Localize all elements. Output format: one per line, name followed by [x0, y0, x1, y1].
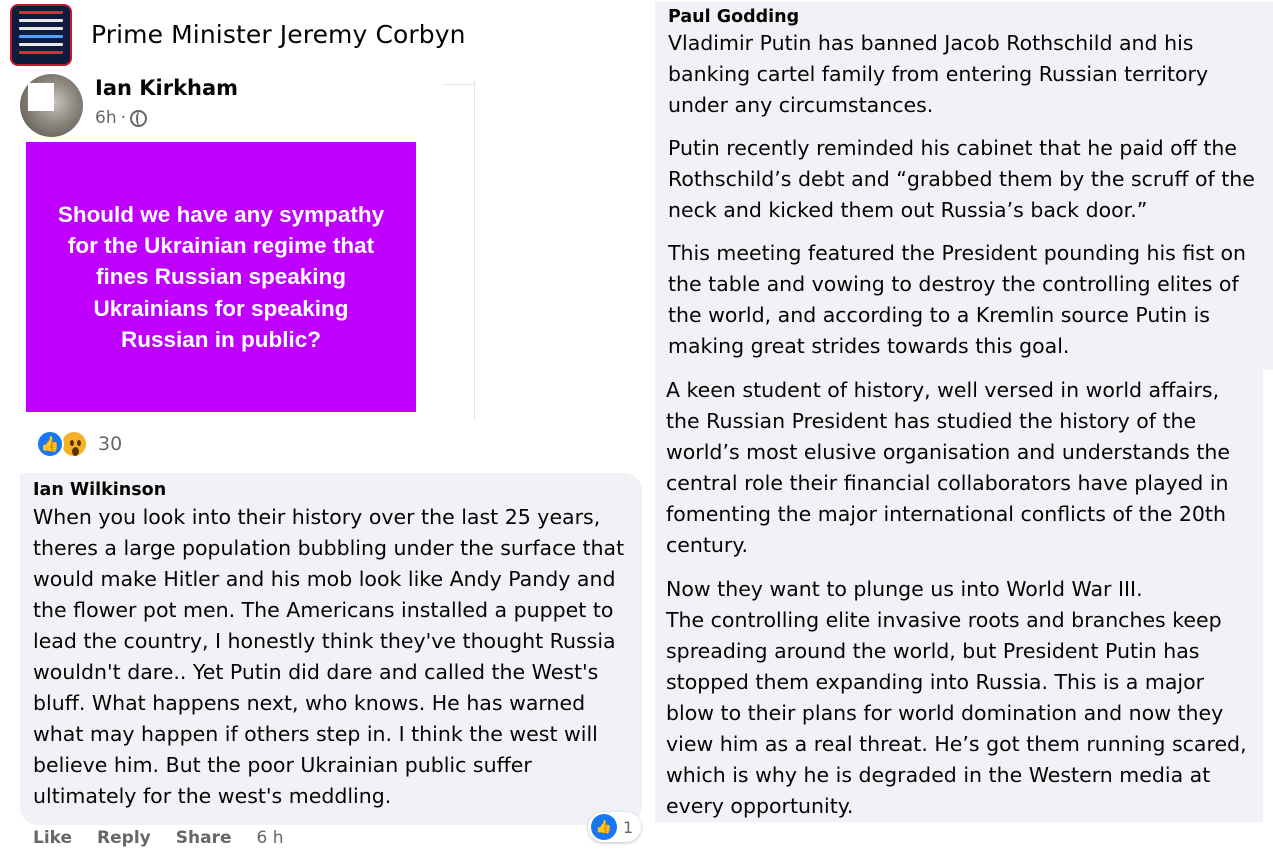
like-button[interactable]: Like — [33, 828, 72, 848]
divider — [474, 80, 475, 420]
like-icon: 👍 — [36, 430, 64, 458]
comment-actions: Like Reply Share 6 h — [33, 828, 283, 848]
meta-separator: · — [120, 108, 126, 128]
share-button[interactable]: Share — [176, 828, 232, 848]
post-image-text: Should we have any sympathy for the Ukra… — [57, 201, 385, 352]
post-meta: 6h · — [95, 108, 147, 128]
post-image[interactable]: Should we have any sympathy for the Ukra… — [26, 142, 416, 412]
comment-paragraph: The controlling elite invasive roots and… — [666, 608, 1247, 818]
author-avatar[interactable] — [20, 74, 83, 137]
comment-body: A keen student of history, well versed i… — [666, 375, 1253, 822]
post-author-name[interactable]: Ian Kirkham — [95, 76, 238, 100]
group-name[interactable]: Prime Minister Jeremy Corbyn — [91, 20, 466, 49]
comment-author[interactable]: Paul Godding — [668, 7, 1263, 27]
comment-bubble: Paul Godding Vladimir Putin has banned J… — [655, 2, 1273, 370]
divider — [442, 84, 476, 85]
comment-paragraph: Now they want to plunge us into World Wa… — [666, 577, 1143, 601]
post-time[interactable]: 6h — [95, 108, 117, 128]
comment-paragraph: This meeting featured the President poun… — [668, 241, 1247, 358]
group-header: Prime Minister Jeremy Corbyn — [0, 0, 470, 72]
reply-button[interactable]: Reply — [97, 828, 151, 848]
comment-like-count: 1 — [623, 817, 634, 837]
redaction-box — [28, 83, 54, 111]
comment-author[interactable]: Ian Wilkinson — [33, 480, 630, 500]
group-thumbnail[interactable] — [10, 4, 72, 66]
wow-icon — [60, 430, 88, 458]
post-reactions[interactable]: 👍 30 — [36, 430, 122, 458]
comment-bubble-continued: A keen student of history, well versed i… — [655, 370, 1263, 822]
like-icon: 👍 — [591, 814, 617, 840]
comment-body: Vladimir Putin has banned Jacob Rothschi… — [668, 28, 1263, 362]
reaction-count: 30 — [98, 433, 123, 455]
comment-bubble: Ian Wilkinson When you look into their h… — [20, 473, 642, 825]
comment-paragraph: Vladimir Putin has banned Jacob Rothschi… — [668, 31, 1209, 117]
globe-icon[interactable] — [130, 109, 147, 127]
comment-reactions[interactable]: 👍 1 — [588, 812, 642, 842]
comment-body: When you look into their history over th… — [33, 505, 625, 808]
comment-time[interactable]: 6 h — [256, 828, 283, 848]
comment-paragraph: A keen student of history, well versed i… — [666, 378, 1230, 557]
comment-paragraph: Putin recently reminded his cabinet that… — [668, 136, 1255, 222]
